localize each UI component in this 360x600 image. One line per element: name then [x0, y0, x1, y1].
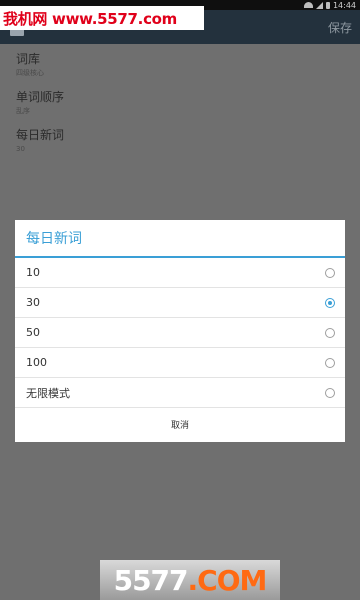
radio-button[interactable] — [325, 388, 335, 398]
daily-new-words-dialog: 每日新词 10 30 50 100 无限模式 取消 — [15, 220, 345, 442]
option-30[interactable]: 30 — [15, 288, 345, 318]
setting-subtitle: 30 — [16, 145, 25, 153]
save-button[interactable]: 保存 — [328, 19, 352, 36]
radio-button[interactable] — [325, 328, 335, 338]
option-label: 10 — [26, 266, 40, 279]
option-label: 无限模式 — [26, 386, 70, 400]
setting-subtitle: 四级核心 — [16, 69, 44, 77]
setting-title: 词库 — [16, 52, 41, 66]
wifi-icon — [303, 2, 313, 8]
watermark-top: 我机网 www.5577.com — [0, 6, 204, 30]
watermark-top-text: 我机网 www.5577.com — [3, 9, 178, 28]
option-50[interactable]: 50 — [15, 318, 345, 348]
signal-icon — [315, 1, 323, 9]
setting-item-word-order[interactable]: 单词顺序 乱序 — [0, 82, 360, 120]
setting-item-wordbank[interactable]: 词库 四级核心 — [0, 44, 360, 82]
radio-button[interactable] — [325, 358, 335, 368]
battery-icon — [325, 1, 330, 9]
cancel-button[interactable]: 取消 — [15, 408, 345, 440]
setting-title: 每日新词 — [16, 128, 65, 142]
radio-button-checked[interactable] — [325, 298, 335, 308]
option-label: 30 — [26, 296, 40, 309]
setting-subtitle: 乱序 — [16, 107, 30, 115]
option-100[interactable]: 100 — [15, 348, 345, 378]
option-label: 50 — [26, 326, 40, 339]
settings-list: 词库 四级核心 单词顺序 乱序 每日新词 30 — [0, 44, 360, 158]
option-10[interactable]: 10 — [15, 258, 345, 288]
dialog-title: 每日新词 — [15, 220, 345, 258]
status-time: 14:44 — [332, 0, 356, 10]
setting-item-daily-new-words[interactable]: 每日新词 30 — [0, 120, 360, 158]
setting-title: 单词顺序 — [16, 90, 65, 104]
option-label: 100 — [26, 356, 47, 369]
watermark-bottom: 5577 .COM — [100, 560, 280, 600]
watermark-bottom-text: 5577 — [113, 563, 189, 597]
radio-button[interactable] — [325, 268, 335, 278]
status-icons: 14:44 — [303, 0, 356, 10]
watermark-bottom-text-accent: .COM — [187, 563, 268, 597]
option-unlimited[interactable]: 无限模式 — [15, 378, 345, 408]
